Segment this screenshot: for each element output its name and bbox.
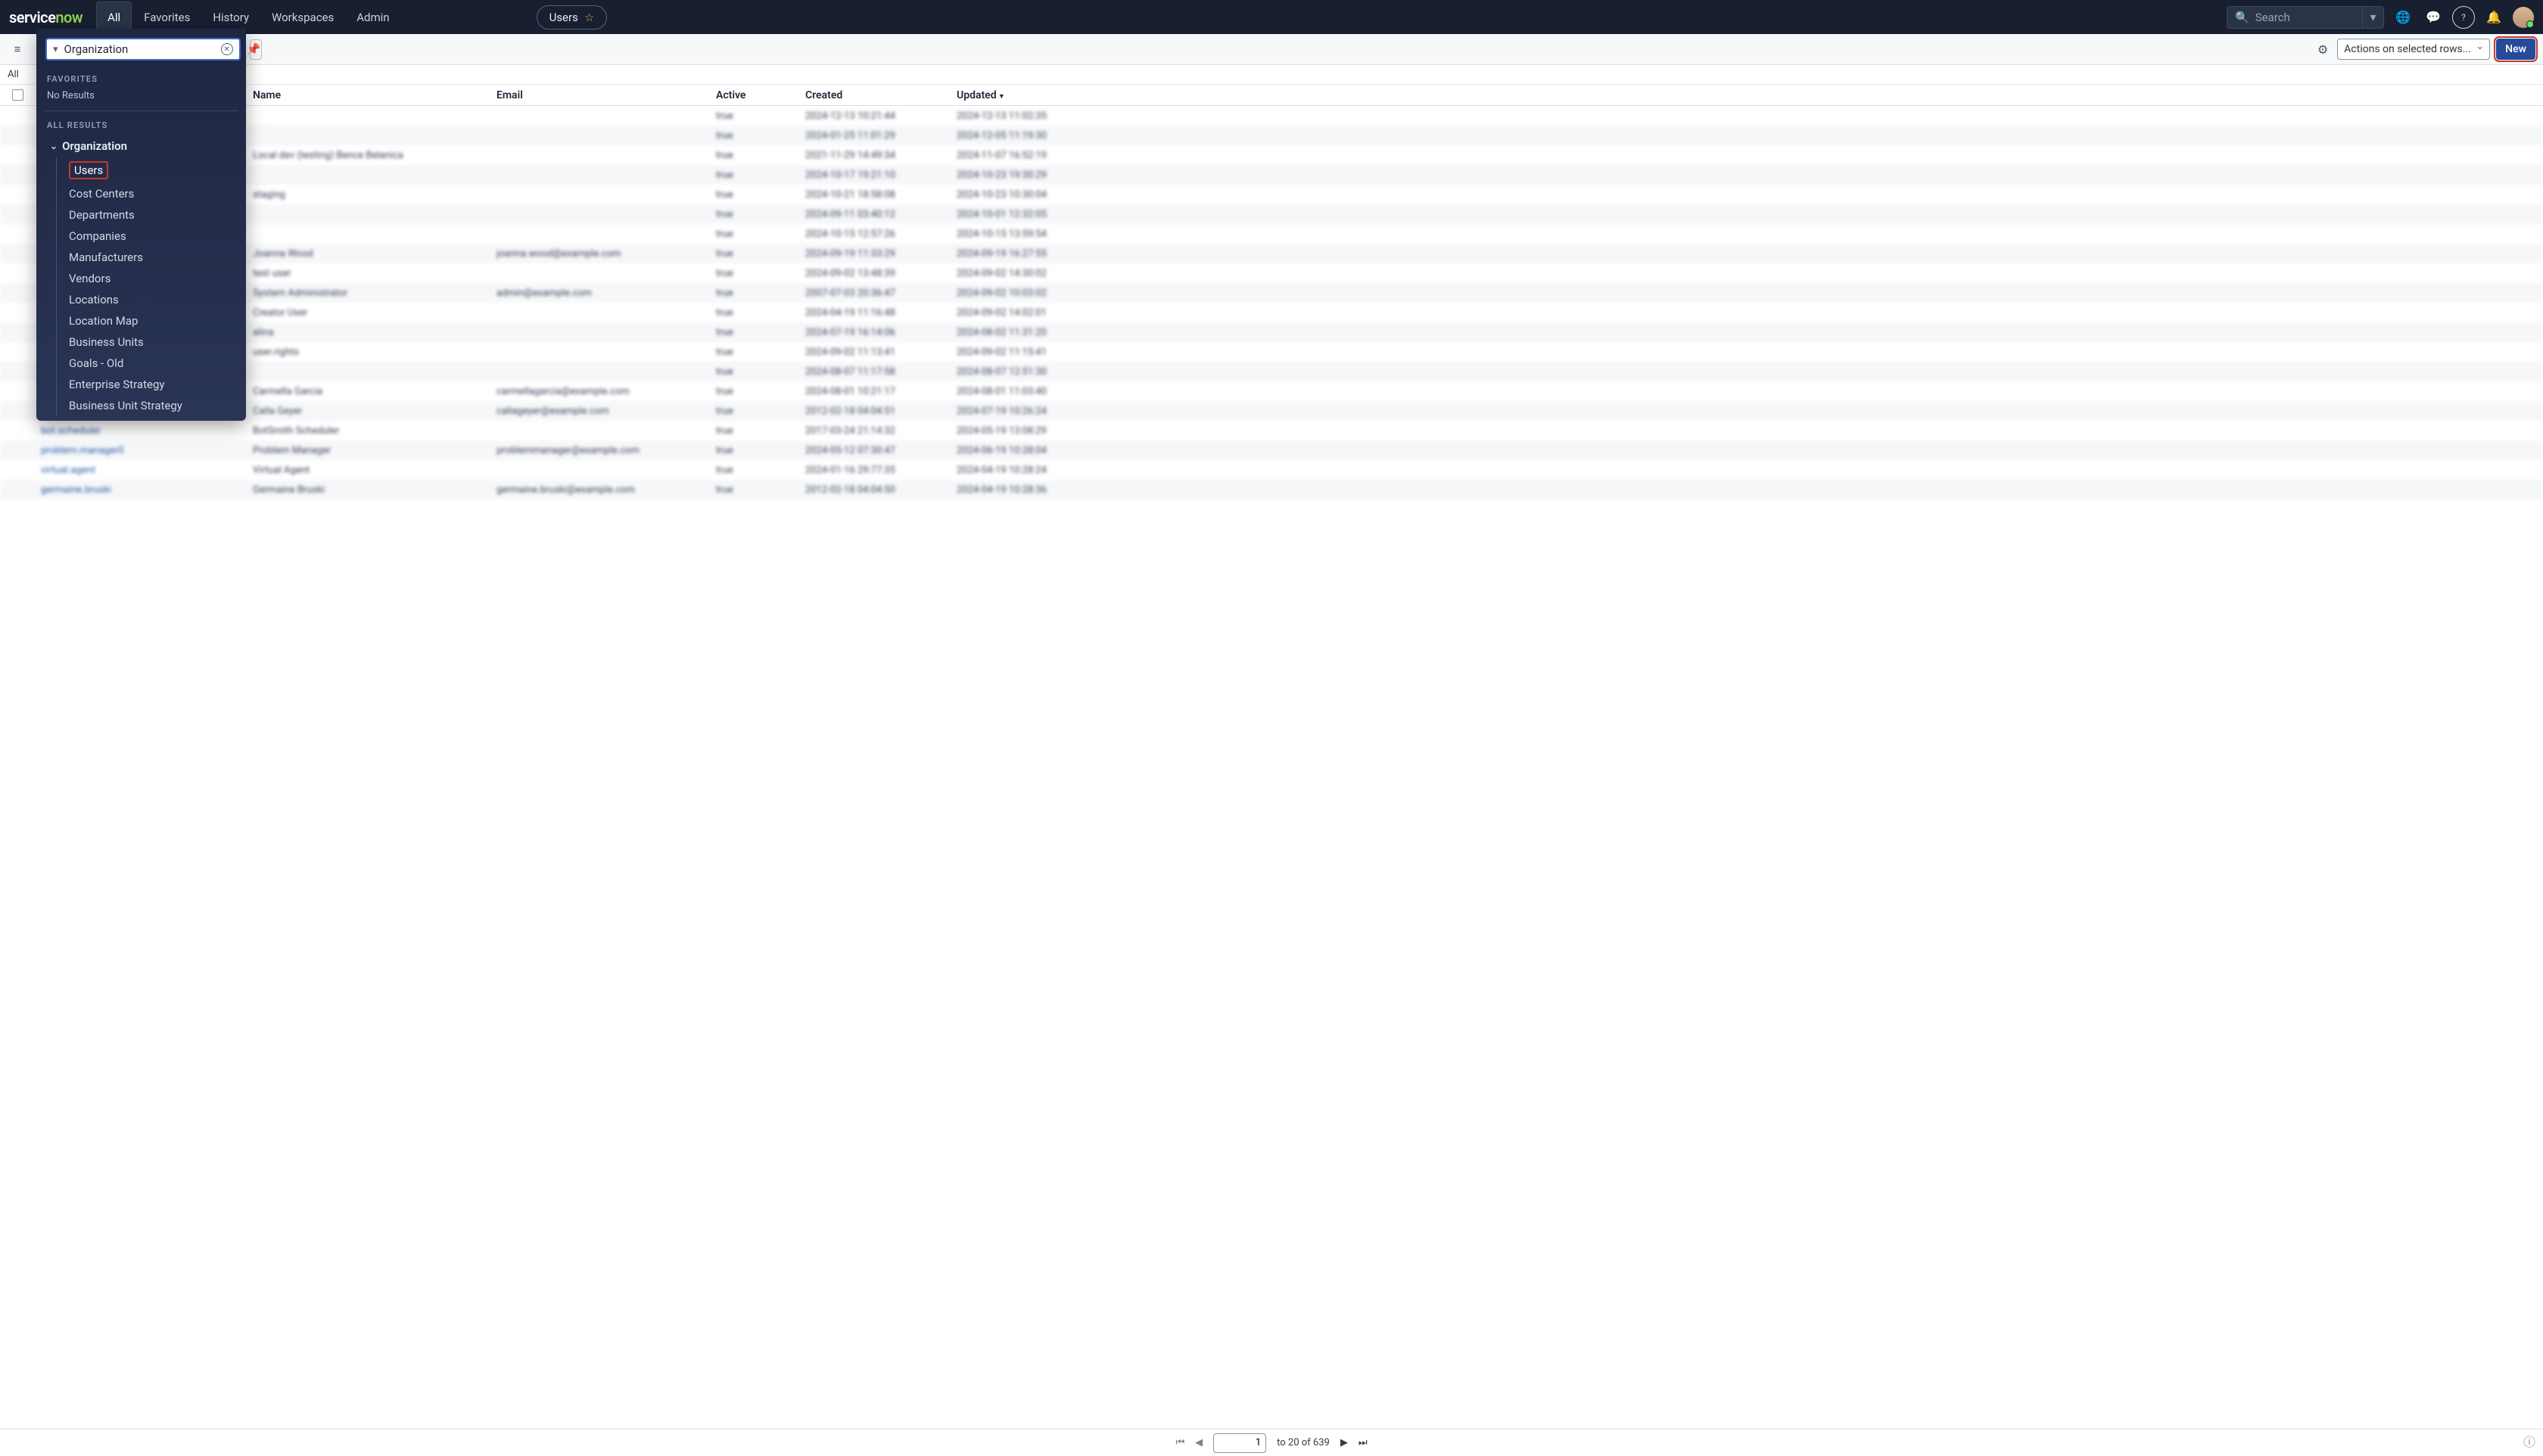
nav-tab-history[interactable]: History [202, 2, 260, 33]
bell-icon[interactable]: 🔔 [2482, 6, 2505, 29]
chat-icon[interactable]: 💬 [2422, 6, 2445, 29]
table-body: true2024-12-13 10:21:442024-12-13 11:02:… [0, 106, 2543, 499]
nav-tabs: All Favorites History Workspaces Admin [96, 2, 400, 33]
last-page-button[interactable]: ⏭ [1359, 1437, 1368, 1448]
table-row[interactable]: true2024-12-13 10:21:442024-12-13 11:02:… [0, 106, 2543, 126]
tree-item-cost-centers[interactable]: Cost Centers [57, 183, 246, 204]
table-row[interactable]: true2024-09-11 03:40:122024-10-01 12:32:… [0, 204, 2543, 224]
new-button[interactable]: New [2496, 39, 2535, 60]
search-dropdown-button[interactable]: ▾ [2363, 6, 2384, 29]
column-header-name[interactable]: Name [250, 89, 493, 101]
tree-item-business-unit-strategy[interactable]: Business Unit Strategy [57, 395, 246, 416]
prev-page-button[interactable]: ◀ [1195, 1437, 1203, 1448]
pin-icon[interactable]: 📌 [247, 42, 261, 56]
pagination-bar: ⏮ ◀ to 20 of 639 ▶ ⏭ [0, 1429, 2543, 1456]
tree-item-locations[interactable]: Locations [57, 289, 246, 310]
page-range: to 20 of 639 [1277, 1437, 1330, 1448]
table-row[interactable]: alinatrue2024-07-19 16:14:062024-08-02 1… [0, 322, 2543, 342]
global-search[interactable]: 🔍 Search [2227, 6, 2363, 29]
table-row[interactable]: System Administratoradmin@example.comtru… [0, 283, 2543, 303]
table-area: Name Email Active Created Updated true20… [0, 85, 2543, 499]
breadcrumb-all[interactable]: All [8, 69, 19, 80]
table-row[interactable]: test usertrue2024-09-02 13:48:392024-09-… [0, 263, 2543, 283]
all-results-section-label: ALL RESULTS [36, 113, 246, 133]
star-icon[interactable]: ☆ [584, 11, 594, 24]
results-tree: ⌄ Organization UsersCost CentersDepartme… [36, 133, 246, 416]
funnel-icon: ▾ [53, 44, 58, 55]
chevron-down-icon: ⌄ [50, 141, 58, 151]
nav-tab-favorites[interactable]: Favorites [133, 2, 201, 33]
tree-item-goals---old[interactable]: Goals - Old [57, 353, 246, 374]
search-placeholder: Search [2255, 11, 2290, 24]
top-nav-bar: servicenow All Favorites History Workspa… [0, 0, 2543, 34]
table-row[interactable]: true2024-10-15 12:57:262024-10-15 13:59:… [0, 224, 2543, 244]
table-row[interactable]: Local dev (testing) Bence Belanicatrue20… [0, 145, 2543, 165]
tree-item-business-units[interactable]: Business Units [57, 331, 246, 353]
globe-icon[interactable]: 🌐 [2392, 6, 2414, 29]
table-row[interactable]: Creator Usertrue2024-04-19 11:16:482024-… [0, 303, 2543, 322]
nav-tab-admin[interactable]: Admin [346, 2, 400, 33]
breadcrumb-label: Users [549, 11, 578, 24]
table-row[interactable]: true2024-10-17 19:21:102024-10-23 19:30:… [0, 165, 2543, 185]
table-row[interactable]: true2024-01-25 11:01:292024-12-05 11:19:… [0, 126, 2543, 145]
actions-dropdown[interactable]: Actions on selected rows... [2337, 39, 2490, 60]
table-row[interactable]: virtual.agentVirtual Agenttrue2024-01-16… [0, 460, 2543, 480]
tree-item-departments[interactable]: Departments [57, 204, 246, 226]
nav-tab-all[interactable]: All [96, 2, 132, 33]
gear-icon[interactable]: ⚙ [2314, 39, 2331, 60]
select-all-checkbox[interactable] [12, 89, 23, 101]
page-input[interactable] [1213, 1433, 1266, 1453]
table-row[interactable]: germaine.bruskiGermaine Bruskigermaine.b… [0, 480, 2543, 499]
tree-item-companies[interactable]: Companies [57, 226, 246, 247]
column-header-active[interactable]: Active [713, 89, 802, 101]
table-row[interactable]: Joanna Woodjoanna.wood@example.comtrue20… [0, 244, 2543, 263]
table-row[interactable]: bot.schedulerBotSmith Schedulertrue2017-… [0, 421, 2543, 440]
list-toolbar: ≡ ⚙ Actions on selected rows... New [0, 34, 2543, 65]
next-page-button[interactable]: ▶ [1340, 1437, 1348, 1448]
favorites-section-label: FAVORITES [36, 67, 246, 87]
tree-item-enterprise-strategy[interactable]: Enterprise Strategy [57, 374, 246, 395]
top-bar-right: 🔍 Search ▾ 🌐 💬 ? 🔔 [2227, 6, 2534, 29]
avatar[interactable] [2513, 7, 2534, 28]
column-header-email[interactable]: Email [493, 89, 713, 101]
hamburger-icon[interactable]: ≡ [8, 42, 27, 56]
table-row[interactable]: stagingtrue2024-10-21 18:58:082024-10-23… [0, 185, 2543, 204]
footer-help-icon[interactable]: ⓘ [2523, 1432, 2535, 1450]
column-header-created[interactable]: Created [802, 89, 954, 101]
filter-input[interactable] [64, 42, 215, 56]
table-header-row: Name Email Active Created Updated [0, 85, 2543, 106]
table-row[interactable]: calla.geyerCalla Geyercallageyer@example… [0, 401, 2543, 421]
tree-item-manufacturers[interactable]: Manufacturers [57, 247, 246, 268]
breadcrumb-pill[interactable]: Users ☆ [537, 5, 608, 30]
tree-item-vendors[interactable]: Vendors [57, 268, 246, 289]
tree-parent-organization[interactable]: ⌄ Organization [44, 135, 246, 157]
column-header-updated[interactable]: Updated [954, 89, 1102, 101]
clear-filter-icon[interactable]: ✕ [221, 43, 233, 55]
table-row[interactable]: Carmella Garciacarmellagarcia@example.co… [0, 381, 2543, 401]
nav-tab-workspaces[interactable]: Workspaces [261, 2, 344, 33]
tree-item-location-map[interactable]: Location Map [57, 310, 246, 331]
table-row[interactable]: problem.manager0Problem Managerproblemma… [0, 440, 2543, 460]
first-page-button[interactable]: ⏮ [1175, 1437, 1184, 1448]
table-row[interactable]: true2024-08-07 11:17:582024-08-07 12:51:… [0, 362, 2543, 381]
search-icon: 🔍 [2235, 11, 2249, 24]
filter-input-wrap[interactable]: ▾ ✕ [45, 38, 241, 61]
table-row[interactable]: user.rightstrue2024-09-02 11:13:412024-0… [0, 342, 2543, 362]
divider [44, 110, 238, 111]
filter-navigator-panel: ▾ ✕ 📌 FAVORITES No Results ALL RESULTS ⌄… [36, 29, 246, 421]
breadcrumb-bar: All 🔍 [0, 65, 2543, 85]
help-icon[interactable]: ? [2452, 6, 2475, 29]
logo[interactable]: servicenow [9, 8, 82, 26]
tree-item-users[interactable]: Users [57, 157, 246, 183]
favorites-no-results: No Results [36, 87, 246, 109]
tree-children: UsersCost CentersDepartmentsCompaniesMan… [56, 157, 246, 416]
